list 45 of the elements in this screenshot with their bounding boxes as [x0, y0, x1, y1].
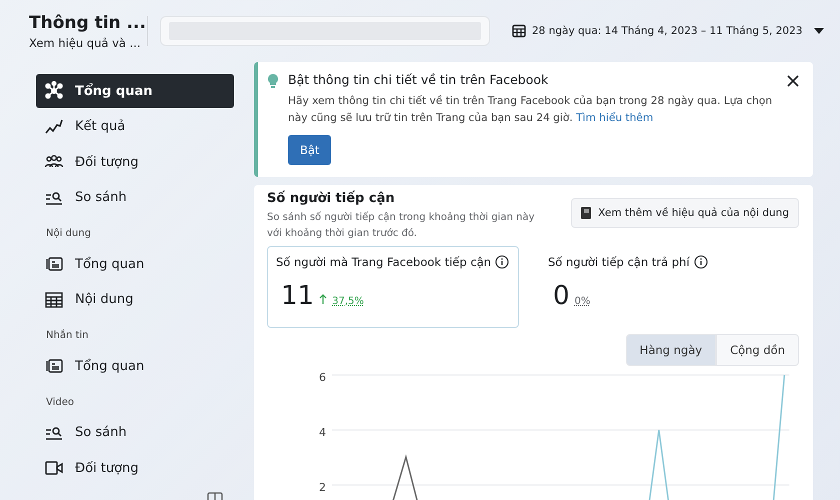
- section-heading: Video: [45, 396, 76, 410]
- sidebar-item[interactable]: Tổng quan: [36, 247, 234, 281]
- sidebar-item[interactable]: Tổng quan: [36, 74, 234, 108]
- more-performance-button[interactable]: Xem thêm về hiệu quả của nội dung: [571, 198, 799, 228]
- table-icon: [44, 290, 64, 310]
- calendar-icon: [512, 24, 526, 38]
- info-icon[interactable]: [694, 255, 708, 269]
- view-toggle-tab[interactable]: Cộng dồn: [716, 334, 799, 366]
- page-subtitle: Xem hiệu quả và ...: [29, 36, 142, 50]
- caret-icon: [814, 28, 824, 34]
- close-icon[interactable]: [787, 75, 799, 87]
- learn-more-link[interactable]: Tìm hiểu thêm: [576, 112, 654, 124]
- info-icon[interactable]: [495, 255, 510, 269]
- metric-label: Số người mà Trang Facebook tiếp cận: [276, 255, 492, 269]
- section-heading: Nhắn tin: [45, 328, 90, 343]
- lightbulb-icon: [268, 74, 278, 88]
- metric-change: 0%: [574, 296, 590, 307]
- metric-change: 37,5%: [332, 296, 364, 307]
- sidebar-item[interactable]: Kết quả: [36, 110, 234, 144]
- page-title: Thông tin ...: [29, 12, 147, 32]
- sidebar-item[interactable]: Nội dung: [36, 282, 234, 316]
- y-axis-label: 4: [319, 425, 326, 440]
- section-description: So sánh số người tiếp cận trong khoảng thời gian này với khoảng thời gian trước đó.: [267, 210, 536, 241]
- sidebar-item[interactable]: So sánh: [36, 416, 234, 450]
- y-axis-label: 6: [319, 370, 326, 385]
- y-axis-label: 2: [319, 480, 326, 495]
- sidebar-item[interactable]: Đối tượng: [36, 145, 234, 179]
- trend-line-icon: [44, 116, 64, 136]
- enable-button[interactable]: Bật: [288, 135, 332, 165]
- sidebar-item[interactable]: Tổng quan: [36, 349, 234, 383]
- network-icon: [44, 81, 64, 101]
- view-toggle-tab[interactable]: Hàng ngày: [626, 334, 716, 366]
- date-range-button[interactable]: 28 ngày qua: 14 Tháng 4, 2023 – 11 Tháng 5, 2023: [512, 24, 824, 38]
- metric-value: 0: [553, 281, 570, 311]
- section-title: Số người tiếp cận: [267, 191, 396, 206]
- notice-text: Hãy xem thông tin chi tiết về tin trên Trang Facebook của bạn trong 28 ngày qua. Lựa chọn này cũng sẽ lưu trữ tin trên Trang của bạn sau 24 giờ. Tìm hiểu thêm: [288, 94, 774, 126]
- section-heading: Nội dung: [45, 227, 92, 241]
- metric-value: 11: [281, 281, 314, 311]
- book-icon: [581, 207, 592, 219]
- metric-tile[interactable]: Số người tiếp cận trả phí 0 0%: [539, 246, 791, 328]
- sidebar-item[interactable]: Đối tượng: [36, 451, 234, 485]
- metric-tile[interactable]: Số người mà Trang Facebook tiếp cận 11 37,5%: [267, 246, 519, 328]
- sidebar-item[interactable]: So sánh: [36, 180, 234, 214]
- metric-label: Số người tiếp cận trả phí: [548, 255, 690, 269]
- notice-title: Bật thông tin chi tiết về tin trên Facebook: [288, 72, 550, 87]
